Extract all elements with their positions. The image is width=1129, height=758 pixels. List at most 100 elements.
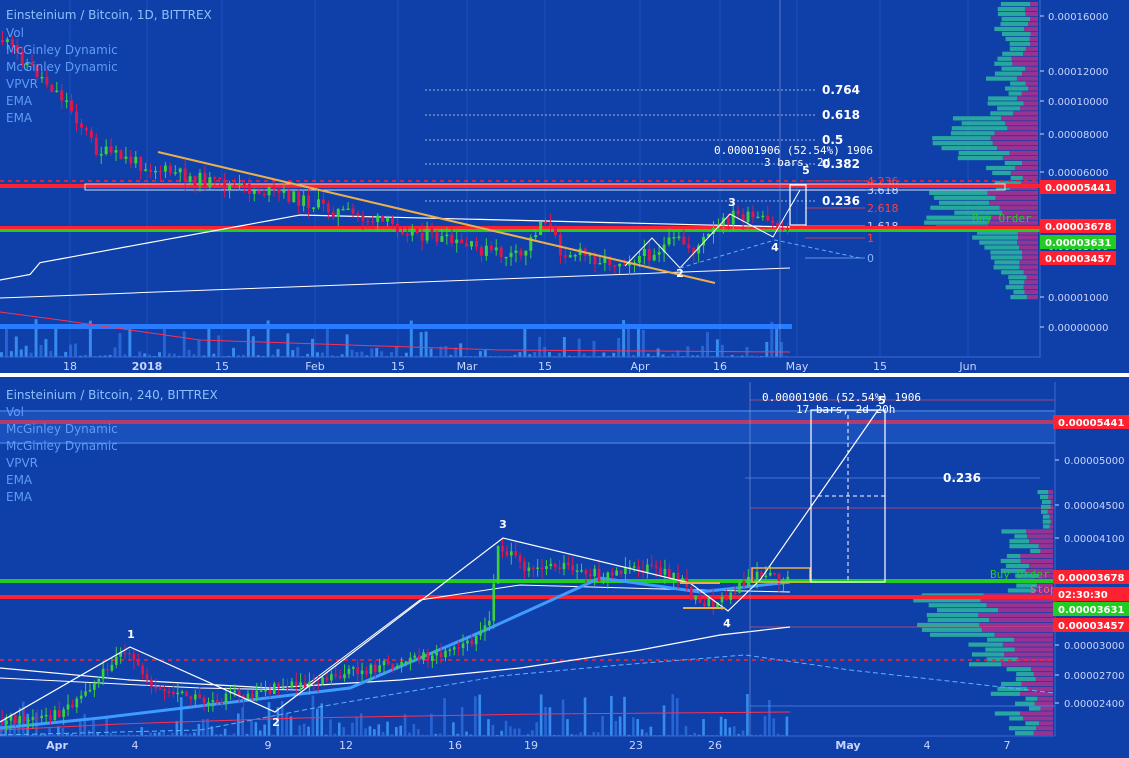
volume-bar [656,348,660,357]
four-hour-x-tick-4: 16 [448,739,462,752]
volume-bar [251,336,255,357]
candle-body [75,698,79,708]
volume-bar [577,338,581,357]
volume-bar [49,350,53,357]
vpvr-up-row [921,627,982,632]
vpvr-down-row [1049,524,1053,529]
vpvr-down-row [1028,21,1038,27]
candle-body [568,255,572,258]
four-hour-chart-panel[interactable]: 0.236123450.00001906 (52.54%) 190617 bar… [0,377,1129,754]
candle-body [247,184,251,194]
volume-bar [746,694,749,736]
candle-body [492,583,496,621]
vpvr-down-row [1040,549,1053,554]
four-hour-x-tick-1: 4 [132,739,139,752]
vpvr-up-row [1001,31,1031,37]
vpvr-up-row [994,26,1025,32]
volume-bar [419,332,423,357]
candle-body [330,674,333,681]
candle-body [378,665,381,673]
candle-body [439,652,443,658]
vpvr-down-row [1050,499,1053,505]
candle-body [294,681,298,687]
candle-body [31,717,35,720]
candle-body [136,660,140,666]
volume-bar [601,715,604,736]
volume-bar [390,352,394,357]
daily-indicator-3: VPVR [6,77,38,91]
candle-body [246,693,250,699]
vpvr-up-row [1010,295,1027,300]
candle-body [366,220,370,223]
volume-bar [533,351,537,357]
volume-bar [500,730,503,736]
volume-bar [149,732,152,736]
volume-bar [403,714,407,736]
candle-body [746,211,750,222]
candle-body [479,246,483,256]
four-hour-price-label-1: 0.00003678 [1058,573,1124,584]
daily-indicator-0: Vol [6,26,24,40]
candle-body [371,221,375,223]
vpvr-down-row [1028,86,1038,91]
vpvr-up-row [1014,534,1027,539]
candle-body [341,208,345,211]
candle-body [519,250,523,256]
candle-body [89,130,93,138]
candle-body [281,687,285,689]
candle-body [376,215,380,223]
vpvr-down-row [1020,106,1038,111]
candle-body [312,207,316,209]
vpvr-down-row [1023,101,1038,106]
volume-bar [29,352,33,357]
volume-bar [548,352,552,357]
candle-body [272,683,276,695]
vpvr-down-row [1014,637,1053,642]
candle-body [268,689,272,695]
candle-body [642,248,646,256]
volume-bar [623,696,626,736]
vpvr-down-row [1019,711,1053,716]
candle-body [119,150,123,159]
candle-body [602,579,605,582]
volume-bar [612,352,616,357]
vpvr-down-row [1024,6,1038,12]
candle-body [632,566,636,568]
panel-separator[interactable] [0,373,1129,377]
candle-body [134,156,138,164]
daily-price-label-1: 0.00003678 [1045,222,1111,233]
vpvr-down-row [979,622,1053,628]
candle-body [479,631,482,636]
vpvr-down-row [1025,66,1038,71]
candle-body [562,562,566,570]
candle-body [173,172,177,174]
vpvr-down-row [978,613,1053,618]
vpvr-down-row [1023,285,1038,290]
candle-body [220,702,223,705]
candle-body [44,714,48,717]
candle-body [106,668,109,671]
candle-body [573,254,577,257]
candle-body [400,232,404,235]
candle-body [545,566,548,569]
candle-body [129,156,133,164]
vpvr-down-row [1021,71,1038,76]
four-hour-price-label-3: 0.00003631 [1058,605,1124,616]
candle-body [405,234,409,236]
candle-body [563,255,567,258]
candle-body [751,211,755,218]
vpvr-up-row [1013,290,1025,295]
vpvr-down-row [1048,490,1053,495]
candle-body [742,581,746,587]
vpvr-down-row [1040,706,1053,711]
candle-body [499,247,503,258]
candle-body [373,664,377,673]
volume-bar [395,346,398,357]
candle-body [518,555,522,562]
candle-body [94,137,98,155]
candle-body [211,700,215,703]
daily-chart-panel[interactable]: 0.7640.6180.50.3820.2364.2363.6182.6181.… [0,0,1129,373]
candle-body [597,568,601,581]
candle-body [71,704,74,708]
volume-bar [325,327,329,357]
